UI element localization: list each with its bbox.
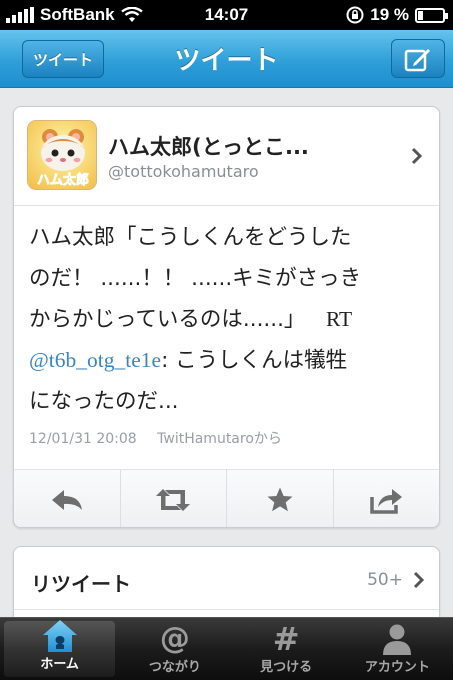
favorite-button[interactable]: [227, 470, 334, 527]
retweet-icon: [156, 488, 191, 511]
retweets-label: リツイート: [31, 572, 131, 596]
at-icon: @: [159, 621, 190, 656]
account-icon: [383, 624, 412, 655]
tweet-text-line: になったのだ...: [29, 389, 179, 414]
mention-link[interactable]: @t6b_otg_te1e: [29, 348, 161, 372]
home-icon: [42, 620, 77, 652]
user-handle: @tottokohamutaro: [108, 162, 259, 181]
tweet-text-segment: : こうしくんは犠牲: [161, 348, 348, 373]
display-name: ハム太郎(とっとこ...: [108, 135, 309, 159]
tweet-text-line: @t6b_otg_te1e: こうしくんは犠牲: [29, 340, 434, 381]
favorite-star-icon: [267, 487, 293, 511]
reply-icon: [51, 489, 82, 510]
tweet-action-bar: [14, 469, 440, 527]
share-icon: [370, 488, 403, 514]
tab-label: アカウント: [364, 660, 430, 675]
navigation-bar: ツイート ツイート: [0, 30, 453, 88]
divider: [14, 609, 439, 610]
tab-home[interactable]: ホーム: [4, 620, 116, 677]
tweet-card: ハム太郎 ハム太郎(とっとこ... @tottokohamutaro ハム太郎「…: [13, 106, 440, 528]
tab-label: ホーム: [40, 657, 79, 672]
hash-icon: #: [272, 620, 300, 658]
battery-icon: [415, 7, 448, 23]
compose-icon: [404, 48, 430, 71]
retweets-count: 50+: [367, 570, 403, 590]
tab-label: 見つける: [260, 660, 313, 675]
rotation-lock-icon: [346, 6, 364, 24]
tweet-source: TwitHamutaroから: [157, 431, 282, 447]
tab-discover[interactable]: # 見つける: [231, 618, 342, 680]
tweet-text-line: からかじっているのは......」 RT: [29, 299, 434, 340]
status-bar: SoftBank 14:07 19 %: [0, 0, 453, 30]
avatar[interactable]: ハム太郎: [27, 120, 97, 190]
tab-account[interactable]: アカウント: [342, 618, 453, 680]
tab-label: つながり: [148, 660, 201, 675]
tab-bar: ホーム @ つながり # 見つける アカウント: [0, 617, 453, 680]
compose-button[interactable]: [391, 39, 445, 78]
chevron-right-icon: [413, 571, 425, 589]
tweet-meta: 12/01/31 20:08 TwitHamutaroから: [29, 428, 282, 448]
tweet-text-segment: からかじっているのは......」: [29, 307, 306, 332]
tweet-timestamp: 12/01/31 20:08: [29, 431, 137, 447]
tweet-text: ハム太郎「こうしくんをどうした のだ！ ......！！ ......キミがさっ…: [29, 217, 434, 422]
share-button[interactable]: [334, 470, 440, 527]
profile-row[interactable]: ハム太郎 ハム太郎(とっとこ... @tottokohamutaro: [14, 107, 439, 206]
back-button-label: ツイート: [32, 50, 93, 69]
rt-marker: RT: [325, 307, 353, 331]
chevron-right-icon: [411, 147, 423, 165]
tab-connect[interactable]: @ つながり: [119, 618, 230, 680]
retweet-button[interactable]: [121, 470, 227, 527]
svg-text:ハム太郎: ハム太郎: [37, 172, 89, 188]
tweet-text-line: ハム太郎「こうしくんをどうした: [29, 225, 352, 250]
reply-button[interactable]: [14, 470, 121, 527]
tweet-text-line: のだ！ ......！！ ......キミがさっき: [29, 266, 362, 291]
battery-percent: 19 %: [370, 5, 409, 24]
